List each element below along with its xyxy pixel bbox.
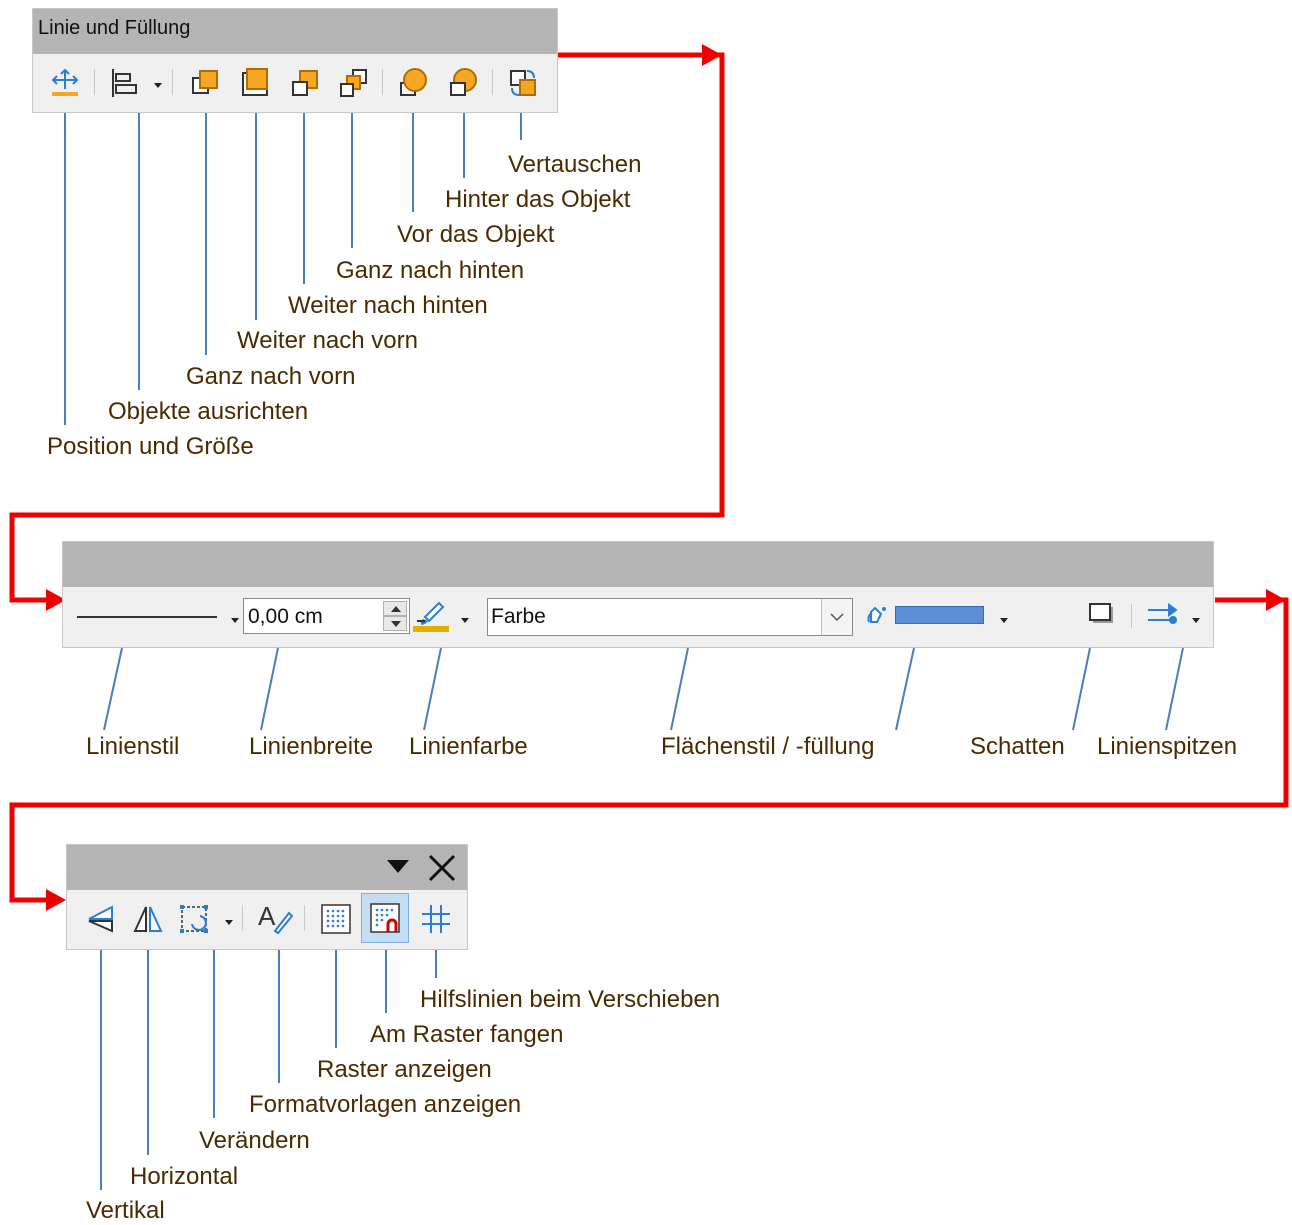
label-position-und-groesse: Position und Größe xyxy=(47,433,254,460)
label-horizontal: Horizontal xyxy=(130,1163,239,1190)
callout-flaechenstil xyxy=(670,647,689,731)
label-am-raster-fangen: Am Raster fangen xyxy=(370,1021,564,1048)
label-hinter-das-objekt: Hinter das Objekt xyxy=(445,186,631,213)
label-linienbreite: Linienbreite xyxy=(249,733,374,760)
label-linienfarbe: Linienfarbe xyxy=(409,733,528,760)
label-objekte-ausrichten: Objekte ausrichten xyxy=(108,398,309,425)
label-weiter-nach-vorn: Weiter nach vorn xyxy=(237,327,418,354)
callout-linienfarbe xyxy=(423,647,442,731)
label-flaechenstil: Flächenstil / -füllung xyxy=(661,733,875,760)
label-veraendern: Verändern xyxy=(199,1127,310,1154)
label-ganz-nach-vorn: Ganz nach vorn xyxy=(186,363,356,390)
callout-linienspitzen xyxy=(1165,647,1184,731)
label-schatten: Schatten xyxy=(970,733,1065,760)
label-weiter-nach-hinten: Weiter nach hinten xyxy=(288,292,488,319)
label-raster-anzeigen: Raster anzeigen xyxy=(317,1056,492,1083)
callout-lines xyxy=(64,113,1184,1190)
label-vertauschen: Vertauschen xyxy=(508,151,642,178)
label-vertikal: Vertikal xyxy=(86,1197,165,1224)
label-vor-das-objekt: Vor das Objekt xyxy=(397,221,555,248)
callout-linienstil xyxy=(103,647,123,731)
label-linienstil: Linienstil xyxy=(86,733,180,760)
callout-fill-color xyxy=(895,647,915,731)
label-linienspitzen: Linienspitzen xyxy=(1097,733,1238,760)
label-ganz-nach-hinten: Ganz nach hinten xyxy=(336,257,525,284)
label-hilfslinien: Hilfslinien beim Verschieben xyxy=(420,986,721,1013)
label-formatvorlagen: Formatvorlagen anzeigen xyxy=(249,1091,522,1118)
callout-linienbreite xyxy=(260,647,279,731)
callout-schatten xyxy=(1072,647,1091,731)
